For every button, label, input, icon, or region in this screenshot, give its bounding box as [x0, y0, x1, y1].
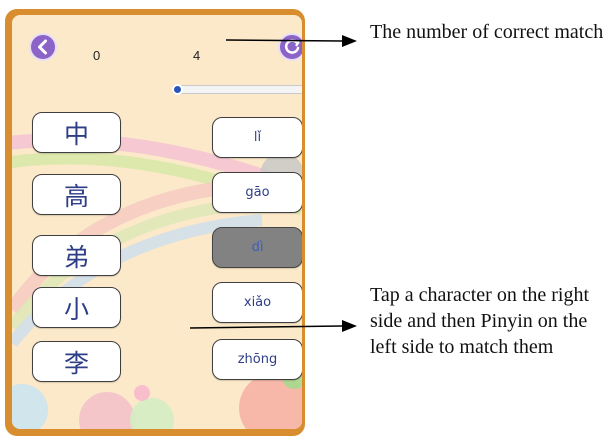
arrow-icon	[189, 320, 357, 332]
annotation-instructions: Tap a character on the right side and th…	[370, 284, 590, 358]
arrow-icon	[225, 35, 357, 47]
annotation-correct-count: The number of correct match	[370, 21, 604, 43]
annotation-arrows	[189, 35, 357, 332]
